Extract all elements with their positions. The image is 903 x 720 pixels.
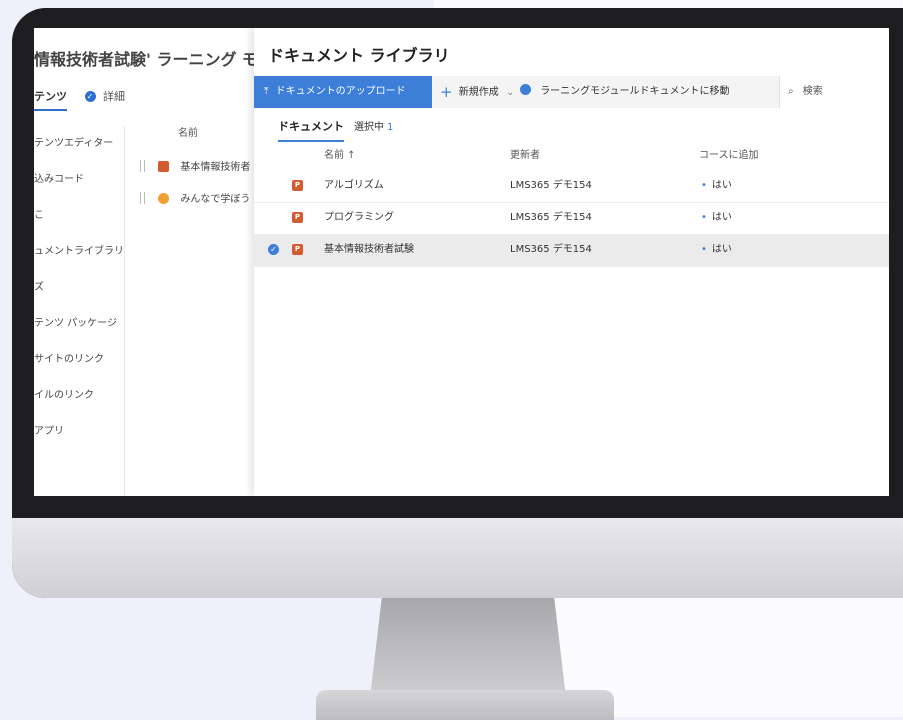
move-to-module-button[interactable]: ラーニングモジュールドキュメントに移動	[520, 76, 730, 108]
search-box[interactable]: ⌕ 検索	[779, 76, 889, 108]
tab-content[interactable]: テンツ	[34, 90, 67, 111]
dot-icon: •	[701, 180, 707, 191]
add-to-course: • はい	[701, 170, 732, 202]
powerpoint-icon: P	[292, 212, 303, 223]
doc-name[interactable]: 基本情報技術者試験	[324, 234, 414, 266]
drag-handle-icon[interactable]	[140, 192, 145, 204]
item-name: 基本情報技術者	[180, 162, 251, 173]
dot-icon: •	[701, 244, 707, 255]
move-label: ラーニングモジュールドキュメントに移動	[540, 86, 730, 97]
upload-document-button[interactable]: ⤒ ドキュメントのアップロード	[254, 76, 432, 108]
column-header-add-to-course[interactable]: コースに追加	[699, 146, 759, 161]
powerpoint-icon	[158, 161, 170, 172]
upload-label: ドキュメントのアップロード	[275, 86, 406, 97]
panel-title: ドキュメント ライブラリ	[268, 46, 450, 65]
screen: 情報技術者試験' ラーニング モジュ テンツ ✓ 詳細 テンツエディター 込みコ…	[34, 28, 889, 496]
monitor-base	[316, 690, 614, 720]
video-icon	[158, 193, 170, 204]
modified-by: LMS365 デモ154	[510, 212, 592, 223]
doc-name[interactable]: アルゴリズム	[324, 170, 384, 202]
add-to-course: • はい	[701, 202, 732, 234]
column-header-name[interactable]: 名前	[178, 124, 198, 139]
column-header-modified-by[interactable]: 更新者	[510, 146, 540, 161]
table-row[interactable]: P アルゴリズム LMS365 デモ154 • はい	[254, 170, 889, 203]
bg-tabs: テンツ ✓ 詳細	[34, 88, 125, 111]
move-icon	[520, 84, 531, 95]
sidebar-item[interactable]: テンツエディター	[34, 126, 124, 162]
check-icon: ✓	[84, 91, 96, 102]
monitor-stand	[370, 598, 566, 698]
new-button[interactable]: + 新規作成 ⌄	[440, 76, 514, 108]
sidebar-item[interactable]: テンツ パッケージ	[34, 306, 124, 342]
item-name: みんなで学ぼう	[180, 194, 251, 205]
tab-details[interactable]: 詳細	[103, 90, 125, 103]
checkmark-icon[interactable]: ✓	[268, 244, 279, 255]
sidebar-item[interactable]: 込みコード	[34, 162, 124, 198]
sidebar-item[interactable]: アプリ	[34, 414, 124, 450]
add-to-course: • はい	[701, 234, 732, 266]
add-value: はい	[711, 212, 732, 223]
sidebar-item[interactable]: イルのリンク	[34, 378, 124, 414]
content-type-sidebar: テンツエディター 込みコード こ ュメントライブラリ ズ テンツ パッケージ サ…	[34, 126, 125, 496]
command-bar: ⤒ ドキュメントのアップロード + 新規作成 ⌄ ラーニングモジュールドキュメン…	[254, 76, 889, 108]
add-value: はい	[711, 180, 732, 191]
selected-count: 1	[387, 122, 394, 133]
powerpoint-icon: P	[292, 244, 303, 255]
modified-by: LMS365 デモ154	[510, 180, 592, 191]
table-row[interactable]: P プログラミング LMS365 デモ154 • はい	[254, 202, 889, 235]
search-icon: ⌕	[788, 86, 794, 97]
selected-label: 選択中	[354, 122, 384, 133]
sidebar-item[interactable]: ュメントライブラリ	[34, 234, 124, 270]
doc-name[interactable]: プログラミング	[324, 202, 394, 234]
list-item[interactable]: みんなで学ぼう	[140, 190, 250, 205]
plus-icon: +	[440, 83, 453, 101]
sidebar-item[interactable]: サイトのリンク	[34, 342, 124, 378]
search-placeholder[interactable]: 検索	[803, 86, 823, 97]
drag-handle-icon[interactable]	[140, 160, 145, 172]
chevron-down-icon: ⌄	[505, 87, 515, 98]
modified-by: LMS365 デモ154	[510, 244, 592, 255]
column-header-name[interactable]: 名前 ↑	[324, 146, 356, 161]
new-label: 新規作成	[458, 87, 499, 98]
table-row-selected[interactable]: ✓ P 基本情報技術者試験 LMS365 デモ154 • はい	[254, 234, 889, 267]
tab-selected[interactable]: 選択中 1	[354, 118, 393, 133]
upload-icon: ⤒	[264, 86, 269, 97]
page-title: 情報技術者試験' ラーニング モジュ	[34, 50, 289, 69]
tab-documents[interactable]: ドキュメント	[278, 118, 344, 142]
document-library-panel: ドキュメント ライブラリ ⤒ ドキュメントのアップロード + 新規作成 ⌄ ラー…	[254, 28, 889, 496]
powerpoint-icon: P	[292, 180, 303, 191]
sidebar-item[interactable]: ズ	[34, 270, 124, 306]
monitor-chin	[12, 518, 903, 598]
dot-icon: •	[701, 212, 707, 223]
list-item[interactable]: 基本情報技術者	[140, 158, 250, 173]
sidebar-item[interactable]: こ	[34, 198, 124, 234]
add-value: はい	[711, 244, 732, 255]
